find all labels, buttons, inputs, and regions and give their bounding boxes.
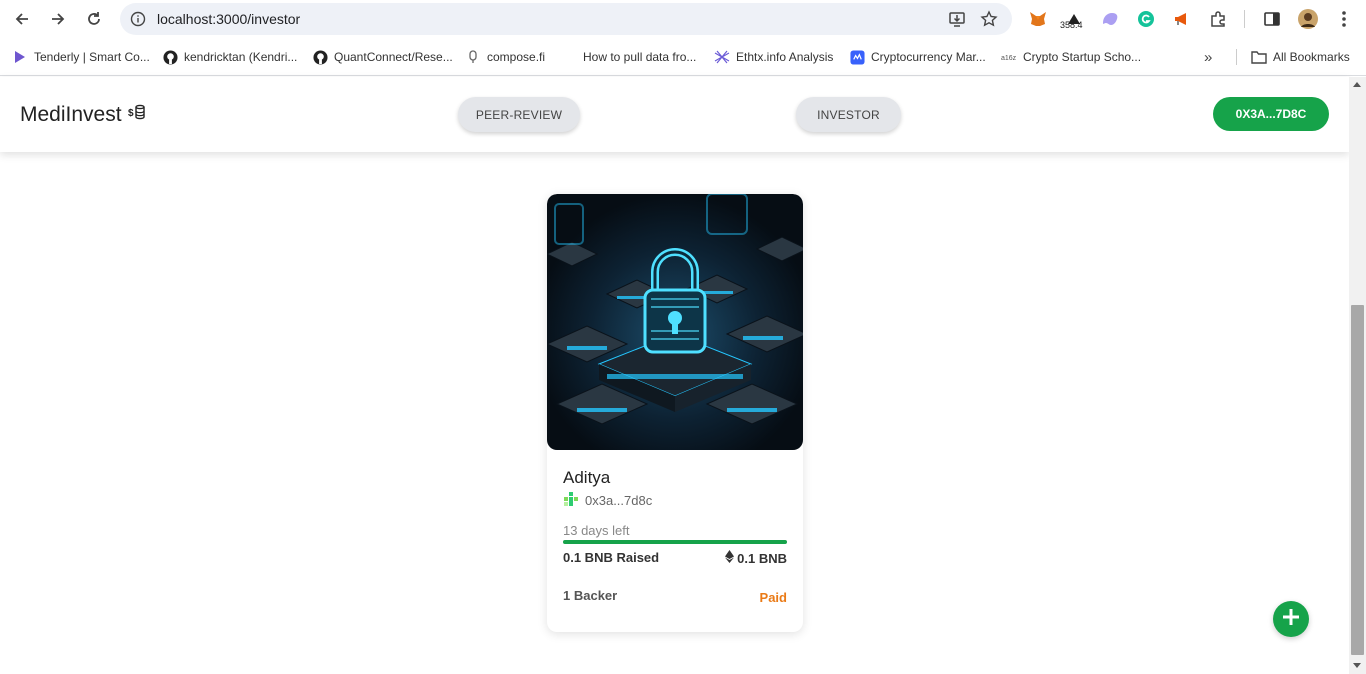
campaign-card[interactable]: Aditya 0x3a...7d8c 13 days left 0.1 BNB …	[547, 194, 803, 632]
page-scrollbar[interactable]	[1349, 77, 1366, 674]
brand-logo[interactable]: MediInvest $	[20, 103, 146, 127]
address-bar[interactable]: localhost:3000/investor	[120, 3, 1012, 35]
funding-target: 0.1 BNB	[725, 550, 787, 566]
back-icon[interactable]	[10, 7, 34, 31]
money-stack-icon: $	[128, 103, 146, 127]
bookmark-item[interactable]: kendricktan (Kendri...	[162, 48, 297, 66]
owner-avatar-icon	[563, 491, 579, 510]
campaign-image	[547, 194, 803, 450]
bookmarks-bar: Tenderly | Smart Co... kendricktan (Kend…	[0, 38, 1366, 76]
folder-icon	[1251, 49, 1267, 65]
bookmarks-divider	[1236, 49, 1237, 65]
forward-icon[interactable]	[46, 7, 70, 31]
funding-progress-bar	[563, 540, 787, 544]
install-app-icon[interactable]	[948, 10, 966, 33]
bookmark-label: Ethtx.info Analysis	[736, 50, 834, 64]
scroll-down-arrow-icon[interactable]	[1353, 663, 1361, 668]
bookmark-item[interactable]: Tenderly | Smart Co...	[12, 48, 150, 66]
github-icon	[162, 49, 178, 65]
bookmark-label: Tenderly | Smart Co...	[34, 50, 150, 64]
campaign-owner-address: 0x3a...7d8c	[585, 493, 653, 508]
side-panel-icon[interactable]	[1261, 8, 1283, 30]
scrollbar-thumb[interactable]	[1351, 305, 1364, 655]
bookmark-item[interactable]: Cryptocurrency Mar...	[849, 48, 986, 66]
bookmark-label: Cryptocurrency Mar...	[871, 50, 986, 64]
funding-target-value: 0.1 BNB	[737, 550, 787, 566]
nav-investor-button[interactable]: INVESTOR	[796, 97, 901, 132]
toolbar-divider	[1244, 10, 1245, 28]
compose-icon	[465, 49, 481, 65]
app-page: MediInvest $ PEER-REVIEW INVESTOR 0X3A..…	[0, 77, 1349, 674]
grammarly-icon[interactable]	[1135, 8, 1157, 30]
funding-progress-fill	[563, 540, 787, 544]
profile-avatar[interactable]	[1297, 8, 1319, 30]
browser-toolbar: localhost:3000/investor 358.4	[0, 0, 1366, 38]
coinmarketcap-icon	[849, 49, 865, 65]
brand-name: MediInvest	[20, 103, 122, 126]
extensions-puzzle-icon[interactable]	[1207, 8, 1229, 30]
browser-menu-icon[interactable]	[1333, 8, 1355, 30]
payment-status-badge: Paid	[759, 590, 787, 605]
bookmark-item[interactable]: QuantConnect/Rese...	[312, 48, 453, 66]
more-bookmarks-button[interactable]: »	[1204, 48, 1212, 66]
svg-text:a16z: a16z	[1001, 55, 1017, 62]
scroll-up-arrow-icon[interactable]	[1353, 82, 1361, 87]
ethtx-icon	[714, 49, 730, 65]
metamask-icon[interactable]	[1027, 8, 1049, 30]
days-left: 13 days left	[563, 523, 630, 538]
url-text[interactable]: localhost:3000/investor	[157, 11, 300, 27]
bookmark-item[interactable]: compose.fi	[465, 48, 545, 66]
site-info-icon[interactable]	[130, 11, 146, 32]
nav-peer-review-button[interactable]: PEER-REVIEW	[458, 97, 580, 132]
bookmark-item[interactable]: Ethtx.info Analysis	[714, 48, 833, 66]
a16z-icon: a16z	[1001, 49, 1017, 65]
add-campaign-button[interactable]	[1273, 601, 1309, 637]
bookmark-label: How to pull data fro...	[583, 50, 697, 64]
bookmark-item[interactable]: How to pull data fro...	[583, 48, 696, 66]
campaign-owner-name: Aditya	[563, 468, 611, 487]
bookmark-label: Crypto Startup Scho...	[1023, 50, 1142, 64]
bookmark-label: QuantConnect/Rese...	[334, 50, 453, 64]
all-bookmarks-label: All Bookmarks	[1273, 50, 1350, 64]
reload-icon[interactable]	[82, 7, 106, 31]
tenderly-icon	[12, 49, 28, 65]
bookmark-star-icon[interactable]	[980, 10, 998, 33]
ghost-extension-icon[interactable]	[1099, 8, 1121, 30]
ethereum-icon	[725, 550, 735, 566]
plus-icon	[1280, 606, 1302, 633]
all-bookmarks-button[interactable]: All Bookmarks	[1251, 48, 1350, 66]
app-header: MediInvest $ PEER-REVIEW INVESTOR 0X3A..…	[0, 77, 1349, 152]
amount-raised: 0.1 BNB Raised	[563, 550, 660, 565]
github-icon	[312, 49, 328, 65]
wallet-address-button[interactable]: 0X3A...7D8C	[1213, 97, 1329, 131]
extension-badge: 358.4	[1060, 20, 1083, 30]
megaphone-icon[interactable]	[1171, 8, 1193, 30]
bookmark-label: compose.fi	[487, 50, 546, 64]
backer-count: 1 Backer	[563, 588, 618, 603]
svg-text:$: $	[128, 108, 134, 119]
campaign-owner-row: 0x3a...7d8c	[563, 491, 652, 510]
bookmark-item[interactable]: a16z Crypto Startup Scho...	[1001, 48, 1141, 66]
bookmark-label: kendricktan (Kendri...	[184, 50, 298, 64]
